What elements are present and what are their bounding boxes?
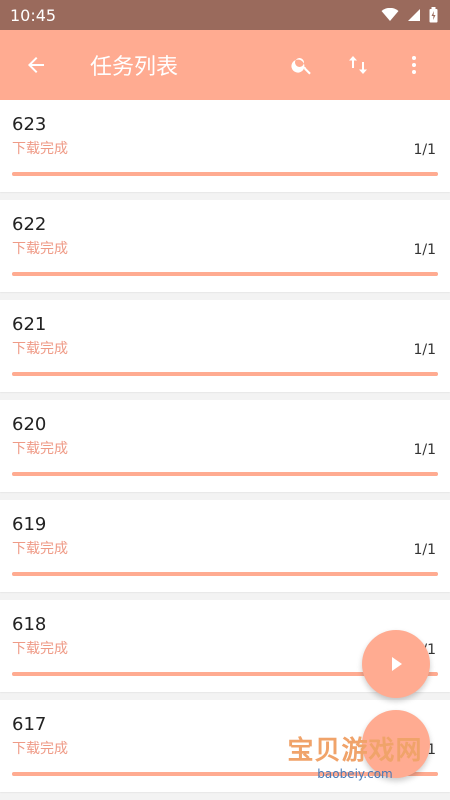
- task-name: 620: [12, 414, 47, 435]
- more-button[interactable]: [392, 43, 436, 87]
- status-icons: [381, 7, 438, 23]
- progress-bar: [12, 572, 438, 576]
- sort-button[interactable]: [336, 43, 380, 87]
- task-status: 下载完成: [12, 241, 68, 257]
- progress-bar: [12, 272, 438, 276]
- page-title: 任务列表: [90, 55, 179, 80]
- task-status: 下载完成: [12, 141, 68, 157]
- play-icon: [392, 657, 402, 671]
- battery-icon: [429, 7, 438, 23]
- task-name: 621: [12, 314, 47, 335]
- task-name: 622: [12, 214, 47, 235]
- status-bar: 10:45: [0, 0, 450, 30]
- progress-fill: [12, 372, 438, 376]
- task-item[interactable]: 622 下载完成 1/1: [0, 200, 450, 292]
- search-icon: [291, 58, 311, 75]
- signal-icon: [408, 9, 420, 21]
- task-item[interactable]: 620 下载完成 1/1: [0, 400, 450, 492]
- task-count: 1/1: [413, 442, 436, 458]
- progress-fill: [12, 572, 438, 576]
- task-count: 1/1: [413, 242, 436, 258]
- task-status: 下载完成: [12, 541, 68, 557]
- app-bar: 任务列表: [0, 30, 450, 100]
- arrow-left-icon: [28, 57, 44, 73]
- watermark-site: baobeiy.com: [317, 767, 393, 781]
- task-name: 623: [12, 114, 47, 135]
- progress-bar: [12, 372, 438, 376]
- task-item[interactable]: 623 下载完成 1/1: [0, 100, 450, 192]
- task-status: 下载完成: [12, 441, 68, 457]
- back-button[interactable]: [14, 43, 58, 87]
- task-status: 下载完成: [12, 341, 68, 357]
- task-item[interactable]: 621 下载完成 1/1: [0, 300, 450, 392]
- task-count: 1/1: [413, 542, 436, 558]
- progress-fill: [12, 172, 438, 176]
- progress-bar: [12, 172, 438, 176]
- task-name: 619: [12, 514, 47, 535]
- sort-arrows-icon: [349, 56, 367, 74]
- progress-bar: [12, 472, 438, 476]
- task-count: 1/1: [413, 142, 436, 158]
- search-button[interactable]: [280, 43, 324, 87]
- task-count: 1/1: [413, 342, 436, 358]
- status-time: 10:45: [10, 5, 57, 25]
- wifi-icon: [381, 8, 399, 21]
- watermark-title: 宝贝游戏网: [287, 736, 423, 766]
- progress-fill: [12, 472, 438, 476]
- task-name: 618: [12, 614, 47, 635]
- progress-fill: [12, 272, 438, 276]
- watermark-logo: 宝贝游戏网 baobeiy.com: [270, 700, 440, 792]
- task-item[interactable]: 619 下载完成 1/1: [0, 500, 450, 592]
- more-vertical-icon: [412, 56, 416, 74]
- start-all-fab[interactable]: [362, 630, 430, 698]
